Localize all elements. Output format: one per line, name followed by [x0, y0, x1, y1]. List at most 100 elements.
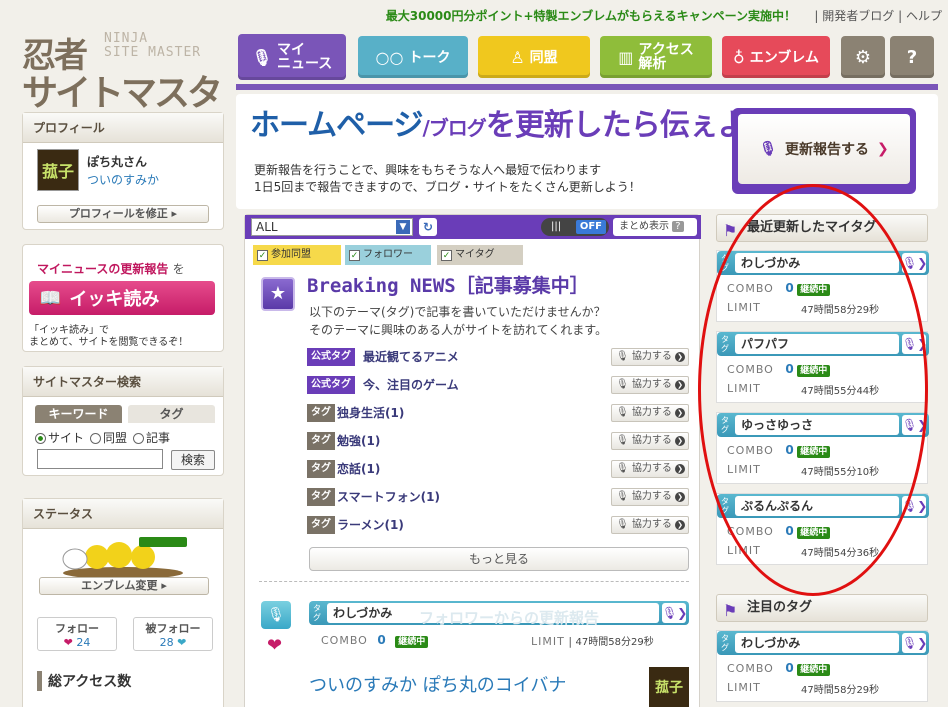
- profile-panel: プロフィール 菰子 ぽち丸さん ついのすみか プロフィールを修正 ▸: [22, 112, 224, 230]
- nav-emblem[interactable]: ♁ エンブレム: [722, 36, 830, 78]
- profile-site-link[interactable]: ついのすみか: [87, 171, 159, 188]
- divider: [259, 581, 689, 582]
- settings-button[interactable]: ⚙: [841, 36, 885, 78]
- cooperate-button[interactable]: 🎙 協力する ❯: [611, 488, 689, 506]
- follower-count-box[interactable]: 被フォロー 28 ❤: [133, 617, 213, 651]
- bar-chart-icon: ▥: [618, 47, 634, 67]
- tag-name-link[interactable]: 独身生活(1): [337, 404, 404, 422]
- cooperate-button[interactable]: 🎙 協力する ❯: [611, 516, 689, 534]
- filter-alliance-checkbox[interactable]: ✓ 参加同盟: [253, 245, 341, 265]
- logo-sub: NINJA SITE MASTER: [104, 31, 202, 60]
- profile-name: ぽち丸さん: [87, 155, 148, 169]
- search-input[interactable]: [37, 449, 163, 469]
- nav-access[interactable]: ▥ アクセス 解析: [600, 36, 712, 78]
- help-icon: ?: [906, 46, 918, 68]
- flag-icon: ⚑: [723, 601, 738, 620]
- feed-avatar[interactable]: 菰子: [649, 667, 689, 707]
- nav-my-news[interactable]: 🎙 マイ ニュース: [238, 34, 346, 80]
- campaign-link[interactable]: 最大30000円分ポイント+特製エンブレムがもらえるキャンペーン実施中！: [386, 7, 796, 24]
- help-icon: ?: [672, 221, 684, 232]
- status-title: ステータス: [23, 499, 223, 529]
- cooperate-button[interactable]: 🎙 協力する ❯: [611, 348, 689, 366]
- radio-article[interactable]: 記事: [133, 429, 170, 446]
- dev-blog-link[interactable]: 開発者ブログ: [822, 9, 894, 23]
- chevron-down-icon: ▼: [396, 220, 410, 234]
- tag-row: タグ 勉強(1) 🎙 協力する ❯: [307, 431, 689, 451]
- arrow-right-icon: ❯: [675, 380, 685, 390]
- feed-title-link[interactable]: ついのすみか ぽち丸のコイバナ: [309, 671, 566, 697]
- mic-icon: 🎙: [616, 379, 629, 390]
- ikki-description: 「イッキ読み」で まとめて、サイトを閲覧できるぞ！: [29, 325, 189, 348]
- featured-tag-card: タグ わしづかみ 🎙❯ COMBO 0 継続中 LIMIT 47時間58分29秒: [716, 630, 929, 702]
- change-emblem-button[interactable]: エンブレム変更 ▸: [39, 577, 209, 595]
- mic-icon[interactable]: 🎙: [261, 601, 291, 629]
- nav-talk[interactable]: ○○ トーク: [358, 36, 468, 78]
- tag-kind-label: タグ: [307, 488, 335, 506]
- search-button[interactable]: 検索: [171, 450, 215, 470]
- tag-row: タグ 恋話(1) 🎙 協力する ❯: [307, 459, 689, 479]
- heart-icon[interactable]: ❤: [267, 635, 282, 656]
- mic-icon: 🎙: [616, 351, 629, 362]
- search-scope: サイト 同盟 記事: [35, 429, 170, 446]
- site-logo[interactable]: 忍者 NINJASITE MASTER サイトマスター: [22, 28, 227, 167]
- edit-profile-button[interactable]: プロフィールを修正 ▸: [37, 205, 209, 223]
- tag-name-link[interactable]: 恋話(1): [337, 460, 380, 478]
- follow-count-box[interactable]: フォロー ❤ 24: [37, 617, 117, 651]
- top-links: | 開発者ブログ | ヘルプ: [814, 9, 942, 23]
- breaking-news-description: 以下のテーマ(タグ)で記事を書いていただけませんか？ そのテーマに興味のある人がサ…: [309, 305, 608, 337]
- arrow-right-icon: ❯: [675, 352, 685, 362]
- heart-icon: ❤: [63, 636, 73, 649]
- tag-row: 公式タグ 最近観てるアニメ 🎙 協力する ❯: [307, 347, 689, 367]
- arrow-right-icon: ❯: [675, 408, 685, 418]
- tag-name-link[interactable]: 勉強(1): [337, 432, 380, 450]
- tag-name-link[interactable]: ラーメン(1): [337, 516, 404, 534]
- report-update-button[interactable]: 🎙 更新報告する ❯: [732, 108, 916, 194]
- timeline-toolbar: ALL ▼ ↻ ||| OFF まとめ表示 ?: [245, 215, 701, 239]
- cooperate-button[interactable]: 🎙 協力する ❯: [611, 404, 689, 422]
- tag-kind-label: タグ: [307, 516, 335, 534]
- nav-underline: [236, 84, 938, 90]
- timeline-panel: ALL ▼ ↻ ||| OFF まとめ表示 ? ✓ 参加同盟 ✓ フォロワー ✓ マイタグ…: [244, 214, 701, 707]
- search-title: サイトマスター検索: [23, 367, 223, 397]
- tag-name-link[interactable]: スマートフォン(1): [337, 488, 440, 506]
- chick-emblem-image: [62, 537, 187, 579]
- filter-mytag-checkbox[interactable]: ✓ マイタグ: [437, 245, 523, 265]
- tag-row: タグ スマートフォン(1) 🎙 協力する ❯: [307, 487, 689, 507]
- refresh-icon[interactable]: ↻: [419, 218, 437, 236]
- mic-icon[interactable]: 🎙❯: [662, 603, 687, 623]
- featured-tags-title: ⚑ 注目のタグ: [716, 594, 928, 622]
- tag-name-link[interactable]: 最近観てるアニメ: [363, 348, 459, 366]
- filter-select[interactable]: ALL ▼: [251, 218, 413, 236]
- news-report-panel: マイニュースの更新報告 を 📖 イッキ読み 「イッキ読み」で まとめて、サイトを閲覧…: [22, 244, 224, 352]
- tag-kind-label: タグ: [307, 432, 335, 450]
- gear-icon: ⚙: [854, 46, 872, 68]
- radio-alliance[interactable]: 同盟: [90, 429, 127, 446]
- cooperate-button[interactable]: 🎙 協力する ❯: [611, 376, 689, 394]
- tag-kind-label: 公式タグ: [307, 348, 355, 366]
- tag-row: タグ 独身生活(1) 🎙 協力する ❯: [307, 403, 689, 423]
- summary-toggle[interactable]: ||| OFF: [541, 218, 609, 236]
- star-icon: ★: [261, 277, 295, 311]
- help-link[interactable]: ヘルプ: [906, 9, 942, 23]
- arrow-right-icon: ❯: [675, 492, 685, 502]
- avatar[interactable]: 菰子: [37, 149, 79, 191]
- summary-view-label: まとめ表示 ?: [613, 218, 697, 236]
- help-button[interactable]: ?: [890, 36, 934, 78]
- featured-tag-bar[interactable]: タグ わしづかみ 🎙❯: [717, 631, 929, 655]
- filter-follower-checkbox[interactable]: ✓ フォロワー: [345, 245, 431, 265]
- radio-site[interactable]: サイト: [35, 429, 84, 446]
- tab-keyword[interactable]: キーワード: [35, 405, 122, 423]
- nav-alliance[interactable]: ♙ 同盟: [478, 36, 590, 78]
- heart-icon: ❤: [177, 636, 187, 649]
- tag-kind-label: 公式タグ: [307, 376, 355, 394]
- tab-tag[interactable]: タグ: [128, 405, 215, 423]
- person-icon: ♙: [510, 47, 525, 67]
- feed-combo-row: COMBO 0 継続中 LIMIT | 47時間58分29秒: [321, 633, 654, 648]
- cooperate-button[interactable]: 🎙 協力する ❯: [611, 432, 689, 450]
- cooperate-button[interactable]: 🎙 協力する ❯: [611, 460, 689, 478]
- feed-item: 🎙 ❤ タグ わしづかみ 🎙❯ フォロワーからの更新報告 COMBO 0 継続中…: [259, 597, 695, 707]
- tag-name-link[interactable]: 今、注目のゲーム: [363, 376, 459, 394]
- ikki-read-button[interactable]: 📖 イッキ読み: [29, 281, 215, 315]
- mic-icon[interactable]: 🎙❯: [902, 633, 927, 653]
- more-button[interactable]: もっと見る: [309, 547, 689, 571]
